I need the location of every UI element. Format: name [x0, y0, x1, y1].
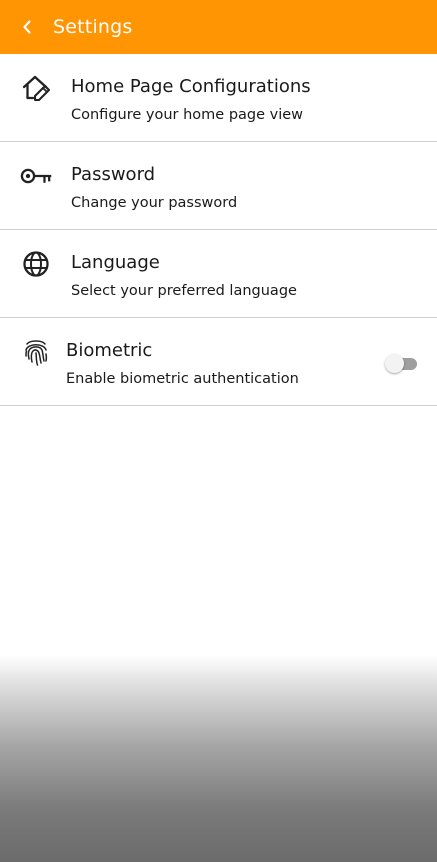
settings-item-password[interactable]: Password Change your password [0, 142, 437, 230]
settings-item-home-page[interactable]: Home Page Configurations Configure your … [0, 54, 437, 142]
app-bar: Settings [0, 0, 437, 54]
bottom-overlay [0, 655, 437, 862]
biometric-toggle[interactable] [385, 353, 417, 373]
settings-item-title: Biometric [66, 340, 153, 361]
page-title: Settings [53, 16, 133, 38]
settings-item-biometric[interactable]: Biometric Enable biometric authenticatio… [0, 318, 437, 406]
settings-item-title: Password [71, 164, 156, 185]
settings-item-title: Home Page Configurations [71, 76, 311, 97]
settings-item-title: Language [71, 252, 160, 273]
settings-item-subtitle: Change your password [71, 195, 238, 211]
toggle-thumb [385, 354, 404, 373]
settings-item-subtitle: Select your preferred language [71, 283, 297, 299]
settings-list: Home Page Configurations Configure your … [0, 54, 437, 406]
globe-icon [20, 250, 52, 278]
settings-item-language[interactable]: Language Select your preferred language [0, 230, 437, 318]
settings-item-subtitle: Enable biometric authentication [66, 371, 299, 387]
settings-screen: Settings Home Page Configurations Config… [0, 0, 437, 862]
back-button[interactable] [0, 0, 48, 54]
key-icon [20, 162, 52, 190]
home-edit-icon [20, 74, 52, 102]
settings-item-subtitle: Configure your home page view [71, 107, 304, 123]
chevron-left-icon [23, 20, 31, 34]
fingerprint-icon [20, 338, 52, 366]
